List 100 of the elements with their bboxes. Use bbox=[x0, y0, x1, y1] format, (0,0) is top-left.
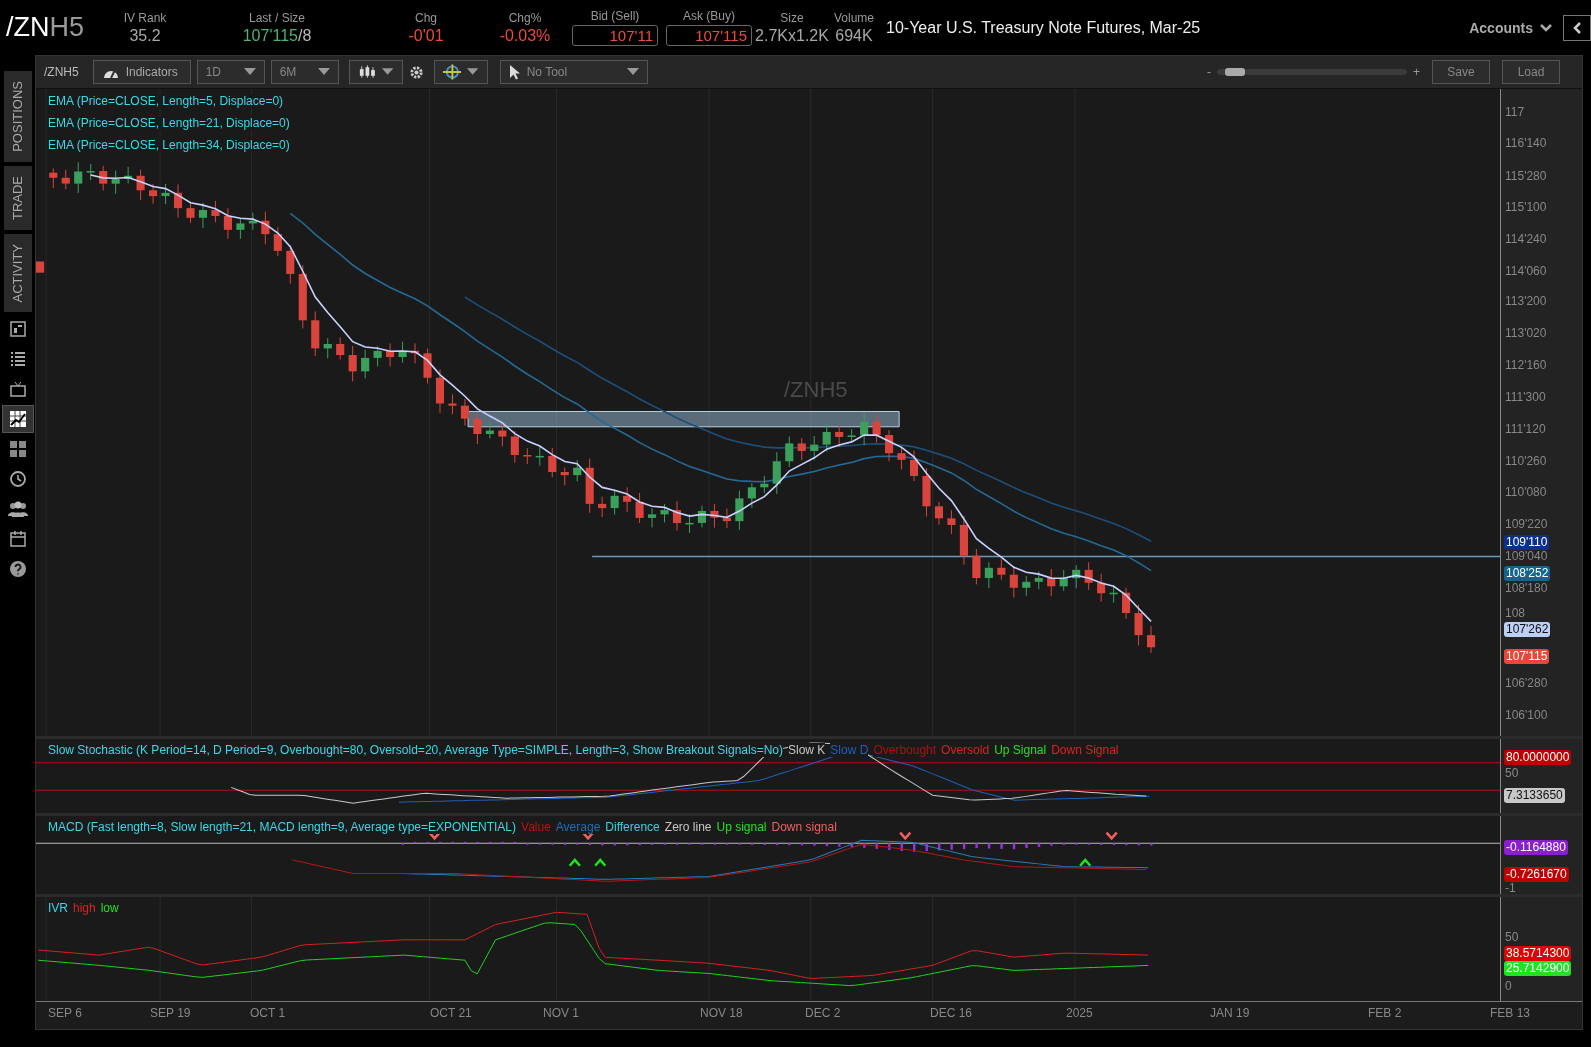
list-icon bbox=[8, 350, 27, 369]
axis-tick: -1 bbox=[1505, 881, 1516, 895]
candle bbox=[847, 428, 856, 442]
candle bbox=[747, 482, 756, 509]
candle bbox=[835, 425, 844, 448]
news-icon bbox=[8, 320, 27, 339]
save-button[interactable]: Save bbox=[1432, 60, 1490, 84]
candle bbox=[286, 244, 295, 285]
candle bbox=[124, 166, 133, 184]
zoom-out-label: - bbox=[1207, 65, 1211, 79]
price-tick: 106'280 bbox=[1505, 676, 1548, 690]
legend-item: Average bbox=[555, 820, 601, 834]
price-badge: 107'262 bbox=[1504, 622, 1551, 637]
price-tick: 113'020 bbox=[1505, 326, 1547, 340]
candle bbox=[947, 509, 956, 535]
zoom-handle[interactable] bbox=[1225, 68, 1246, 76]
chart-type-dropdown[interactable] bbox=[348, 60, 403, 84]
candle bbox=[897, 445, 906, 470]
date-label: JAN 19 bbox=[1210, 1006, 1250, 1020]
tool-dropdown[interactable]: No Tool bbox=[499, 60, 648, 84]
caret-icon bbox=[626, 68, 639, 76]
price-badge: 109'110 bbox=[1504, 535, 1550, 550]
stat-value: 35.2 bbox=[129, 26, 161, 45]
sidebar-tab[interactable]: TRADE bbox=[3, 165, 32, 230]
candle bbox=[435, 369, 445, 414]
candle bbox=[36, 261, 45, 273]
candle bbox=[560, 467, 569, 486]
load-button[interactable]: Load bbox=[1502, 60, 1560, 84]
date-label: 2025 bbox=[1066, 1006, 1093, 1020]
sidebar-tab[interactable]: POSITIONS bbox=[3, 71, 32, 162]
candle bbox=[598, 496, 607, 518]
legend-item: Zero line bbox=[664, 820, 712, 834]
candle bbox=[311, 311, 320, 357]
people-icon bbox=[6, 500, 29, 519]
candle bbox=[261, 211, 270, 245]
range-dropdown[interactable]: 6M bbox=[270, 60, 339, 84]
legend-item: high bbox=[73, 901, 96, 915]
candle bbox=[473, 412, 482, 445]
price-tick: 115'100 bbox=[1505, 200, 1547, 214]
zoom-in-label: + bbox=[1413, 65, 1420, 79]
indicators-button[interactable]: Indicators bbox=[92, 60, 191, 84]
quote-field[interactable]: 107'115 bbox=[666, 25, 752, 46]
candle bbox=[273, 226, 282, 257]
candle bbox=[1059, 569, 1068, 592]
candle bbox=[822, 422, 831, 453]
candle bbox=[984, 561, 993, 589]
stat-label: Volume bbox=[834, 10, 874, 25]
legend-item: Up signal bbox=[716, 820, 767, 834]
candle bbox=[710, 503, 719, 529]
candle bbox=[111, 170, 120, 195]
sidebar-button[interactable] bbox=[2, 406, 33, 433]
collapse-button[interactable] bbox=[1563, 14, 1591, 41]
price-tick: 110'080 bbox=[1505, 485, 1547, 499]
drawing-dropdown[interactable] bbox=[433, 60, 488, 84]
candle bbox=[972, 548, 981, 585]
price-badge: 107'115 bbox=[1504, 649, 1550, 664]
candle bbox=[386, 342, 395, 367]
price-tick: 108 bbox=[1505, 606, 1526, 620]
candle bbox=[61, 169, 70, 190]
value-badge: 38.5714300 bbox=[1504, 946, 1572, 961]
candle bbox=[1134, 604, 1143, 646]
candle bbox=[610, 490, 619, 515]
candle bbox=[1034, 570, 1043, 590]
chart-icon bbox=[8, 410, 27, 429]
legend-item: Down Signal bbox=[1051, 743, 1119, 757]
settings-button[interactable] bbox=[408, 64, 424, 80]
candle bbox=[74, 161, 83, 194]
sidebar-tab[interactable]: ACTIVITY bbox=[3, 233, 32, 313]
candle bbox=[523, 447, 532, 465]
crosshair-icon bbox=[442, 64, 462, 80]
legend-item: Up Signal bbox=[994, 743, 1047, 757]
quote-field[interactable]: 107'11 bbox=[572, 25, 658, 46]
candle bbox=[223, 207, 232, 240]
legend-item: Oversold bbox=[941, 743, 990, 757]
candle bbox=[448, 393, 457, 415]
zoom-slider[interactable] bbox=[1217, 69, 1407, 75]
interval-dropdown[interactable]: 1D bbox=[196, 60, 265, 84]
candle bbox=[136, 169, 145, 201]
candle bbox=[211, 200, 220, 223]
candle bbox=[648, 507, 657, 529]
candle bbox=[997, 558, 1006, 581]
help-icon bbox=[8, 560, 27, 579]
price-tick: 115'280 bbox=[1505, 169, 1547, 183]
study-label: Slow Stochastic (K Period=14, D Period=9, Overbought=80, Oversold=20, Average Type=SIMPLE, Length=3, Show Breakout Signals=No) bbox=[48, 743, 783, 757]
candle bbox=[336, 336, 345, 360]
candle bbox=[149, 183, 158, 205]
date-label: OCT 21 bbox=[430, 1006, 472, 1020]
candle bbox=[685, 513, 694, 534]
caret-icon bbox=[317, 68, 330, 76]
chart-symbol: /ZNH5 bbox=[44, 65, 79, 79]
candle bbox=[772, 451, 781, 495]
candle bbox=[1022, 575, 1031, 597]
candle bbox=[810, 435, 819, 460]
candle bbox=[797, 437, 806, 461]
stat-value: 694K bbox=[835, 26, 873, 45]
study-label: EMA (Price=CLOSE, Length=21, Displace=0) bbox=[48, 116, 290, 130]
stat-value: -0'01 bbox=[408, 26, 444, 45]
accounts-button[interactable]: Accounts bbox=[1465, 17, 1557, 38]
tv-icon bbox=[8, 380, 27, 399]
axis-tick: 50 bbox=[1505, 766, 1519, 780]
